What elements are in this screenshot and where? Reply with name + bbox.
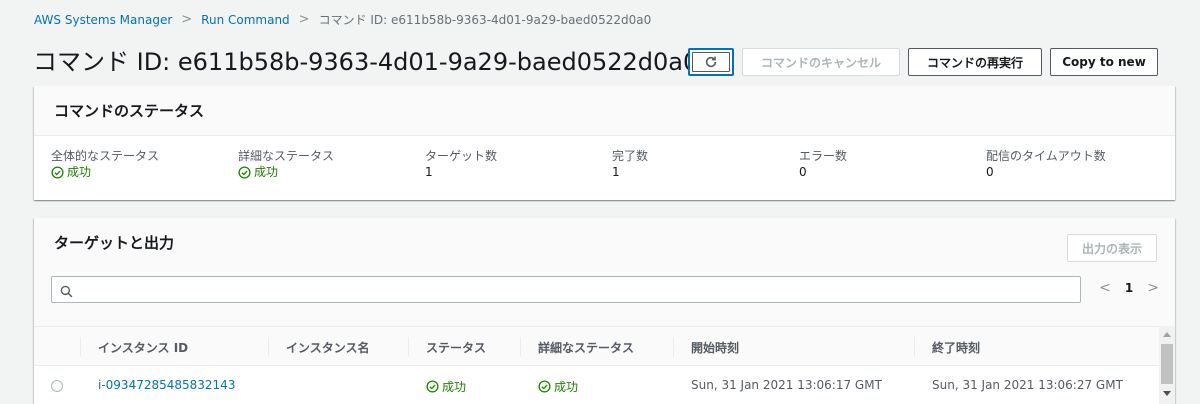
show-output-button[interactable]: 出力の表示 bbox=[1066, 234, 1157, 262]
table-scrollbar[interactable] bbox=[1159, 326, 1175, 404]
stat-value: 成功 bbox=[51, 164, 159, 180]
stat-error-count: エラー数 0 bbox=[799, 148, 847, 180]
stat-label: 詳細なステータス bbox=[238, 149, 335, 163]
column-header-start-time[interactable]: 開始時刻 bbox=[691, 339, 739, 356]
command-status-panel: コマンドのステータス 全体的なステータス 成功 詳細なステータス 成功 ターゲッ… bbox=[34, 86, 1175, 200]
scroll-down-icon[interactable] bbox=[1163, 391, 1171, 396]
column-divider bbox=[268, 337, 269, 357]
stat-value: 1 bbox=[425, 165, 433, 179]
scroll-up-icon[interactable] bbox=[1163, 332, 1171, 337]
table-row[interactable]: i-09347285485832143 成功 成功 Sun, 31 Jan 20… bbox=[34, 366, 1159, 404]
column-divider bbox=[408, 337, 409, 357]
stat-value-text: 成功 bbox=[67, 165, 92, 179]
previous-page-icon[interactable]: < bbox=[1099, 280, 1111, 296]
stat-delivery-timeout-count: 配信のタイムアウト数 0 bbox=[986, 148, 1106, 180]
search-icon bbox=[60, 283, 73, 302]
breadcrumb-separator-icon: > bbox=[181, 12, 193, 27]
targets-and-outputs-panel: ターゲットと出力 出力の表示 < 1 > インスタンス ID インスタンス名 ス… bbox=[34, 218, 1175, 404]
success-icon bbox=[426, 380, 439, 393]
success-icon bbox=[238, 165, 251, 179]
status-text: 成功 bbox=[442, 380, 467, 394]
column-divider bbox=[914, 337, 915, 357]
stat-detailed-status: 詳細なステータス 成功 bbox=[238, 148, 334, 180]
breadcrumb: AWS Systems Manager > Run Command > コマンド… bbox=[34, 11, 651, 28]
stat-target-count: ターゲット数 1 bbox=[425, 148, 497, 180]
stat-overall-status: 全体的なステータス 成功 bbox=[51, 148, 159, 180]
breadcrumb-separator-icon: > bbox=[298, 12, 310, 27]
stat-label: 全体的なステータス bbox=[51, 149, 160, 163]
breadcrumb-systems-manager[interactable]: AWS Systems Manager bbox=[34, 13, 172, 27]
next-page-icon[interactable]: > bbox=[1147, 280, 1159, 296]
success-icon bbox=[51, 165, 64, 179]
targets-table: インスタンス ID インスタンス名 ステータス 詳細なステータス 開始時刻 終了… bbox=[34, 326, 1175, 404]
column-header-end-time[interactable]: 終了時刻 bbox=[932, 339, 980, 356]
command-status-title: コマンドのステータス bbox=[34, 86, 1175, 136]
breadcrumb-run-command[interactable]: Run Command bbox=[201, 13, 290, 27]
column-header-status[interactable]: ステータス bbox=[426, 339, 486, 356]
refresh-icon bbox=[704, 55, 718, 69]
column-header-instance-name[interactable]: インスタンス名 bbox=[286, 339, 370, 356]
stat-value: 成功 bbox=[238, 164, 334, 180]
stat-value-text: 成功 bbox=[254, 165, 279, 179]
end-time-cell: Sun, 31 Jan 2021 13:06:27 GMT bbox=[932, 378, 1123, 392]
page-title: コマンド ID: e611b58b-9363-4d01-9a29-baed052… bbox=[33, 48, 699, 76]
stat-label: 配信のタイムアウト数 bbox=[986, 149, 1106, 163]
cancel-command-button[interactable]: コマンドのキャンセル bbox=[742, 48, 900, 76]
targets-panel-header: ターゲットと出力 出力の表示 < 1 > bbox=[34, 218, 1175, 326]
refresh-button[interactable] bbox=[688, 48, 734, 76]
detailed-status-text: 成功 bbox=[554, 380, 579, 394]
stat-label: ターゲット数 bbox=[425, 149, 498, 163]
stat-completed-count: 完了数 1 bbox=[612, 148, 648, 180]
scrollbar-thumb[interactable] bbox=[1161, 344, 1173, 384]
targets-panel-title: ターゲットと出力 bbox=[54, 234, 175, 252]
instance-id-link[interactable]: i-09347285485832143 bbox=[98, 378, 235, 392]
search-input[interactable] bbox=[51, 276, 1081, 303]
stat-label: 完了数 bbox=[612, 149, 649, 163]
row-select-radio[interactable] bbox=[51, 380, 63, 392]
stat-label: エラー数 bbox=[799, 149, 848, 163]
column-divider bbox=[80, 337, 81, 357]
detailed-status-cell: 成功 bbox=[538, 378, 578, 395]
rerun-command-button[interactable]: コマンドの再実行 bbox=[908, 48, 1042, 76]
copy-to-new-button[interactable]: Copy to new bbox=[1050, 48, 1158, 76]
column-divider bbox=[520, 337, 521, 357]
success-icon bbox=[538, 380, 551, 393]
start-time-cell: Sun, 31 Jan 2021 13:06:17 GMT bbox=[691, 378, 882, 392]
header-actions: コマンドのキャンセル コマンドの再実行 Copy to new bbox=[688, 48, 1158, 76]
stat-value: 0 bbox=[799, 165, 807, 179]
breadcrumb-current: コマンド ID: e611b58b-9363-4d01-9a29-baed052… bbox=[318, 13, 652, 27]
status-grid: 全体的なステータス 成功 詳細なステータス 成功 ターゲット数 1 完了数 1 … bbox=[34, 136, 1175, 200]
stat-value: 0 bbox=[986, 165, 994, 179]
status-cell: 成功 bbox=[426, 378, 466, 395]
table-header: インスタンス ID インスタンス名 ステータス 詳細なステータス 開始時刻 終了… bbox=[34, 326, 1175, 366]
page-number[interactable]: 1 bbox=[1125, 281, 1133, 295]
column-header-instance-id[interactable]: インスタンス ID bbox=[98, 339, 188, 356]
stat-value: 1 bbox=[612, 165, 620, 179]
column-header-detailed-status[interactable]: 詳細なステータス bbox=[538, 339, 634, 356]
pagination: < 1 > bbox=[1099, 280, 1159, 296]
column-divider bbox=[673, 337, 674, 357]
